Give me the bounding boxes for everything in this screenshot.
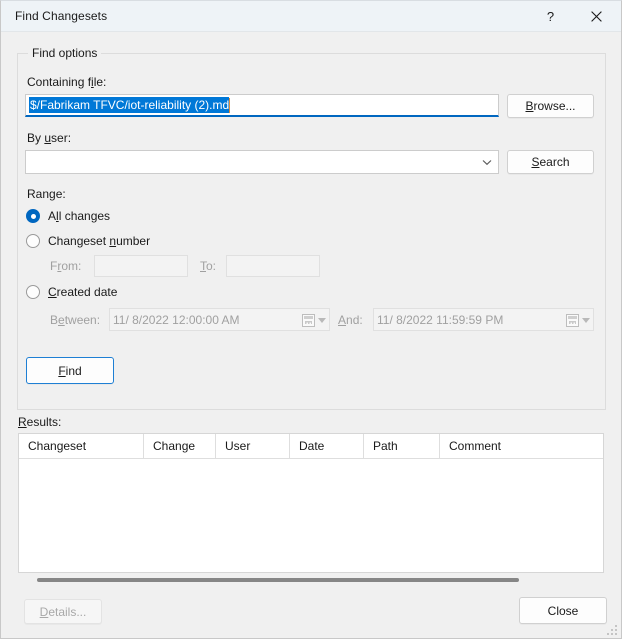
- changeset-to-input[interactable]: [226, 255, 320, 277]
- radio-all-changes-label: All changes: [48, 209, 111, 223]
- find-changesets-dialog: Find Changesets ? Find options Containin…: [0, 0, 622, 639]
- close-icon[interactable]: [574, 1, 619, 31]
- containing-file-label: Containing file:: [27, 75, 107, 89]
- details-button[interactable]: Details...: [24, 599, 102, 624]
- containing-file-value: $/Fabrikam TFVC/iot-reliability (2).md: [29, 97, 230, 113]
- search-button-label: Search: [531, 155, 570, 169]
- column-header-comment[interactable]: Comment: [440, 434, 603, 458]
- radio-created-date-indicator: [26, 285, 40, 299]
- created-date-between-input[interactable]: 11/ 8/2022 12:00:00 AM: [109, 308, 330, 331]
- calendar-icon: [302, 314, 315, 327]
- results-list[interactable]: Changeset Change User Date Path Comment: [18, 433, 604, 573]
- radio-created-date[interactable]: Created date: [26, 285, 117, 299]
- resize-grip[interactable]: [606, 624, 618, 636]
- radio-changeset-number[interactable]: Changeset number: [26, 234, 150, 248]
- column-header-user[interactable]: User: [216, 434, 290, 458]
- search-button[interactable]: Search: [507, 150, 594, 174]
- chevron-down-icon: [318, 318, 326, 323]
- column-header-changeset[interactable]: Changeset: [19, 434, 144, 458]
- title-bar: Find Changesets ?: [1, 1, 621, 32]
- and-label: And:: [338, 313, 363, 327]
- containing-file-input[interactable]: $/Fabrikam TFVC/iot-reliability (2).md: [25, 94, 499, 117]
- help-icon[interactable]: ?: [528, 1, 573, 31]
- browse-button[interactable]: Browse...: [507, 94, 594, 118]
- calendar-dropdown-between[interactable]: [302, 312, 326, 329]
- results-header-row: Changeset Change User Date Path Comment: [19, 434, 603, 459]
- by-user-combobox[interactable]: [25, 150, 499, 174]
- close-button[interactable]: Close: [519, 597, 607, 624]
- calendar-dropdown-and[interactable]: [566, 312, 590, 329]
- column-header-path[interactable]: Path: [364, 434, 440, 458]
- find-options-legend: Find options: [28, 46, 102, 60]
- created-date-and-input[interactable]: 11/ 8/2022 11:59:59 PM: [373, 308, 594, 331]
- radio-all-changes[interactable]: All changes: [26, 209, 110, 223]
- find-button[interactable]: Find: [26, 357, 114, 384]
- by-user-label: By user:: [27, 131, 72, 145]
- browse-button-label: Browse...: [525, 99, 576, 113]
- radio-changeset-number-indicator: [26, 234, 40, 248]
- calendar-icon: [566, 314, 579, 327]
- text-caret: [229, 97, 231, 113]
- details-button-label: Details...: [39, 604, 87, 619]
- results-label: Results:: [18, 415, 62, 429]
- between-label: Between:: [50, 313, 101, 327]
- changeset-from-input[interactable]: [94, 255, 188, 277]
- radio-changeset-number-label: Changeset number: [48, 234, 151, 248]
- close-button-label: Close: [547, 603, 579, 618]
- to-label: To:: [200, 259, 217, 273]
- column-header-change[interactable]: Change: [144, 434, 216, 458]
- scrollbar-thumb[interactable]: [37, 578, 519, 582]
- radio-all-changes-indicator: [26, 209, 40, 223]
- horizontal-scrollbar[interactable]: [18, 574, 604, 588]
- chevron-down-icon: [482, 151, 492, 173]
- from-label: From:: [50, 259, 82, 273]
- created-date-between-value: 11/ 8/2022 12:00:00 AM: [113, 312, 240, 327]
- chevron-down-icon: [582, 318, 590, 323]
- column-header-date[interactable]: Date: [290, 434, 364, 458]
- range-label: Range:: [27, 187, 66, 201]
- created-date-and-value: 11/ 8/2022 11:59:59 PM: [377, 312, 504, 327]
- radio-created-date-label: Created date: [48, 285, 118, 299]
- window-title: Find Changesets: [15, 9, 108, 23]
- find-button-label: Find: [58, 363, 82, 378]
